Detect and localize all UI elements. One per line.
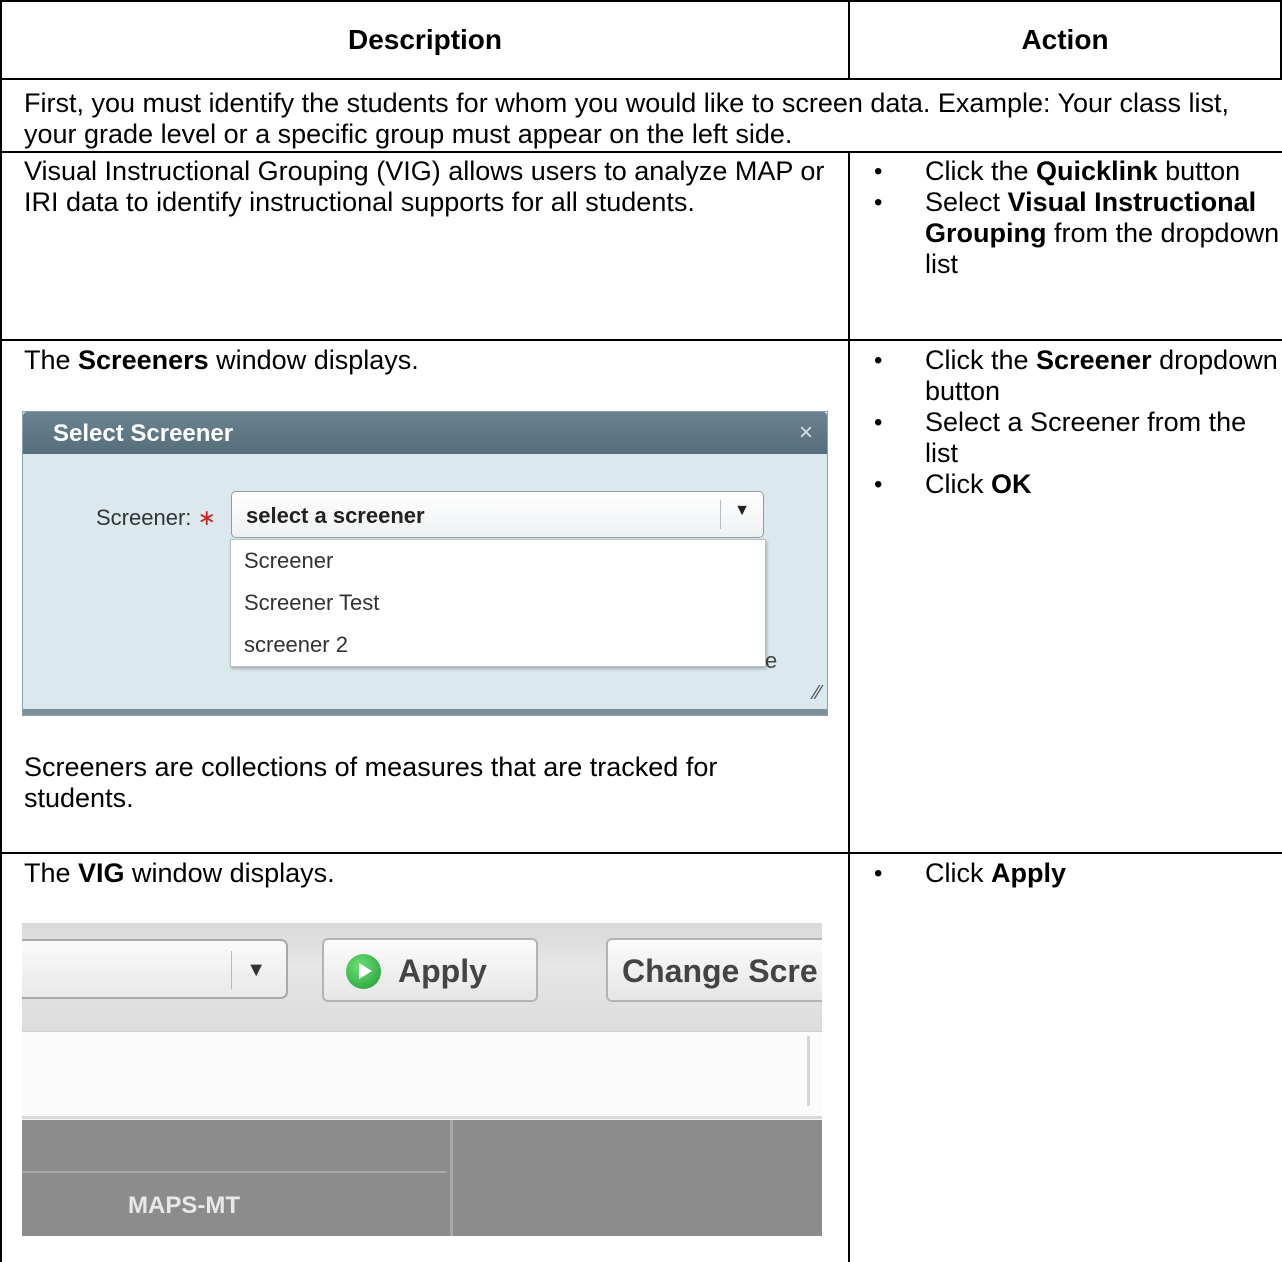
obscured-button-text: e — [765, 648, 778, 673]
dropdown-separator — [231, 951, 232, 989]
vig-filter-area — [22, 1031, 822, 1119]
screener-option[interactable]: Screener — [231, 540, 765, 582]
apply-button-label: Apply — [398, 953, 487, 989]
row2-description: Visual Instructional Grouping (VIG) allo… — [24, 156, 825, 217]
action-item: Click OK — [850, 469, 1280, 500]
dialog-title: Select Screener — [53, 420, 234, 447]
column-divider-body — [848, 151, 850, 1262]
table-left-border — [0, 0, 2, 1262]
screener-dropdown[interactable]: select a screener ▼ — [231, 491, 764, 538]
action-item: Click Apply — [850, 858, 1280, 889]
grid-line — [450, 1120, 453, 1236]
row4-intro: The VIG window displays. — [24, 858, 335, 888]
row3-note: Screeners are collections of measures th… — [24, 752, 718, 813]
action-item: Click the Quicklink button — [850, 156, 1280, 187]
play-icon — [346, 954, 381, 989]
vig-toolbar-screenshot: ▼ Apply Change Scre MAPS-MT — [22, 923, 822, 1236]
apply-button[interactable]: Apply — [322, 938, 538, 1002]
resize-handle-icon[interactable]: ⁄⁄ — [814, 682, 821, 705]
row2-actions: Click the Quicklink button Select Visual… — [850, 156, 1280, 280]
row3-intro: The Screeners window displays. — [24, 345, 419, 375]
dialog-header: Select Screener × — [23, 412, 827, 454]
column-header-maps-mt: MAPS-MT — [128, 1192, 240, 1219]
required-marker: ∗ — [197, 505, 216, 530]
row1-intro-text: First, you must identify the students fo… — [24, 88, 1230, 149]
row4-actions: Click Apply — [850, 858, 1280, 889]
vig-dropdown[interactable]: ▼ — [22, 939, 288, 999]
action-item: Select a Screener from the list — [850, 407, 1280, 469]
screener-option[interactable]: Screener Test — [231, 582, 765, 624]
screener-option[interactable]: screener 2 — [231, 624, 765, 666]
header-action: Action — [1021, 24, 1109, 55]
screener-options-list: Screener Screener Test screener 2 — [230, 539, 766, 667]
chevron-down-icon[interactable]: ▼ — [246, 959, 266, 982]
action-item: Click the Screener dropdown button — [850, 345, 1280, 407]
chevron-down-icon[interactable]: ▼ — [734, 502, 750, 520]
vig-grid-header: MAPS-MT — [22, 1120, 822, 1236]
instruction-document: Description Action First, you must ident… — [0, 0, 1282, 1262]
screener-dialog: Select Screener × Screener: ∗ select a s… — [22, 411, 828, 716]
close-icon[interactable]: × — [799, 421, 813, 445]
action-item: Select Visual Instructional Grouping fro… — [850, 187, 1280, 280]
change-screener-button[interactable]: Change Scre — [606, 938, 822, 1002]
row3-divider — [0, 852, 1282, 854]
table-top-border — [0, 0, 1282, 2]
row2-divider — [0, 339, 1282, 341]
grid-line — [22, 1171, 446, 1173]
change-screener-label: Change Scre — [622, 953, 818, 989]
dialog-bottom-edge — [23, 709, 827, 715]
dropdown-separator — [720, 500, 721, 529]
screener-selected-value: select a screener — [246, 503, 425, 528]
panel-edge — [807, 1036, 810, 1106]
vig-toolbar: ▼ Apply Change Scre — [22, 923, 822, 1031]
screener-field-label: Screener: ∗ — [96, 505, 216, 530]
header-description: Description — [347, 24, 503, 55]
header-row-divider — [0, 78, 1282, 80]
row3-actions: Click the Screener dropdown button Selec… — [850, 345, 1280, 500]
row1-divider — [0, 151, 1282, 153]
